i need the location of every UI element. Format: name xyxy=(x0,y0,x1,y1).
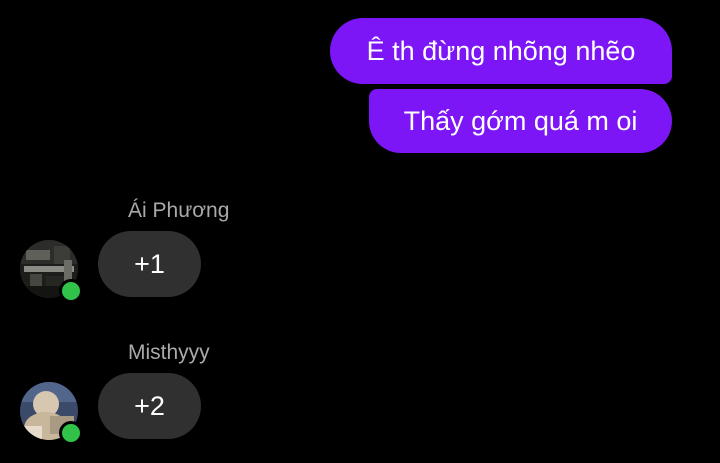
incoming-message-bubble[interactable]: +2 xyxy=(98,373,201,439)
outgoing-message-bubble[interactable]: Thấy gớm quá m oi xyxy=(369,89,672,153)
sender-name: Misthyyy xyxy=(128,341,210,364)
online-status-indicator xyxy=(59,421,83,445)
sender-name: Ái Phương xyxy=(128,199,230,222)
online-status-indicator xyxy=(59,279,83,303)
outgoing-message-bubble[interactable]: Ê th đừng nhõng nhẽo xyxy=(330,18,672,84)
incoming-message-bubble[interactable]: +1 xyxy=(98,231,201,297)
